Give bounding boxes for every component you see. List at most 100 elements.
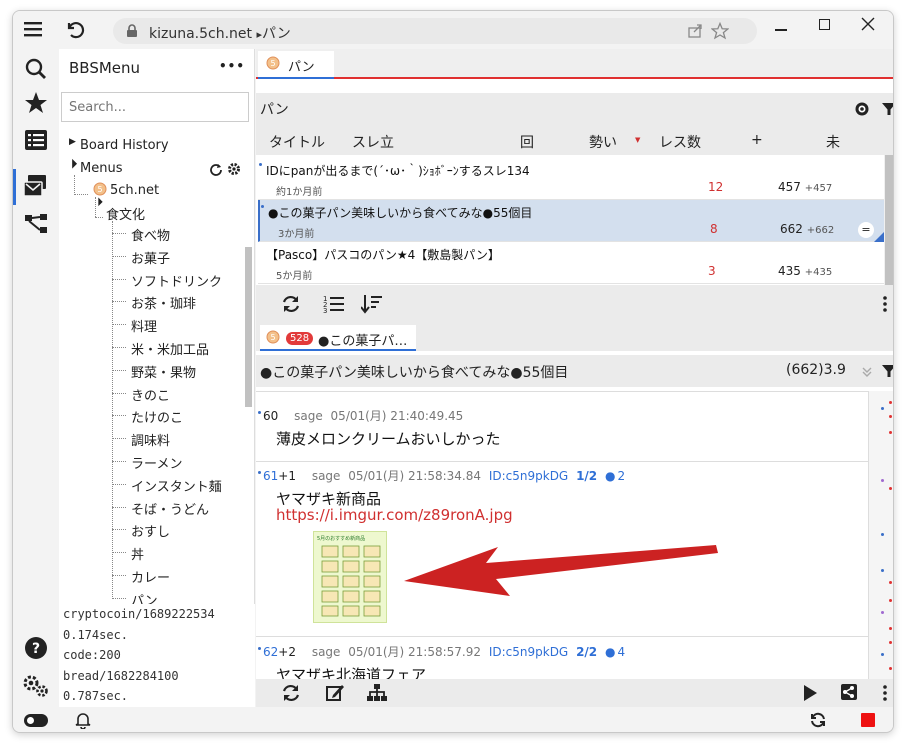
post-id[interactable]: ID:c5n9pkDG xyxy=(489,469,568,483)
image-thumbnail[interactable]: 5月のおすすめ新商品 xyxy=(313,531,387,623)
star-outline-icon[interactable] xyxy=(710,21,730,44)
minimize-icon[interactable] xyxy=(775,29,787,31)
board-item[interactable]: お菓子 xyxy=(131,248,170,267)
filter-icon[interactable] xyxy=(882,102,893,120)
tab-thread[interactable]: 5 528 ●この菓子パ… xyxy=(260,325,416,351)
sidebar-scrollbar[interactable] xyxy=(245,247,252,407)
edit-icon[interactable] xyxy=(325,683,345,707)
more-menu-button[interactable]: ••• xyxy=(219,59,245,73)
hamburger-menu-icon[interactable] xyxy=(23,19,43,39)
board-item[interactable]: ソフトドリンク xyxy=(131,271,222,290)
column-momentum[interactable]: 勢い xyxy=(589,132,617,152)
board-item[interactable]: 食べ物 xyxy=(131,225,170,244)
board-item[interactable]: 野菜・果物 xyxy=(131,362,196,381)
bbsmenu-icon[interactable] xyxy=(23,173,49,203)
play-icon[interactable] xyxy=(802,684,818,706)
sort-icon[interactable] xyxy=(360,294,383,318)
search-box[interactable] xyxy=(61,92,249,122)
column-thread-start[interactable]: スレ立 xyxy=(352,132,394,152)
favorites-star-icon[interactable] xyxy=(24,91,48,119)
refresh-icon[interactable] xyxy=(209,162,223,180)
board-item[interactable]: そば・うどん xyxy=(131,499,209,518)
board-item[interactable]: 丼 xyxy=(131,544,144,563)
board-item[interactable]: ラーメン xyxy=(131,453,182,472)
board-item[interactable]: きのこ xyxy=(131,385,170,404)
post-minimap[interactable] xyxy=(868,391,894,679)
reload-icon[interactable] xyxy=(281,683,301,707)
board-item[interactable]: お茶・珈琲 xyxy=(131,293,196,312)
column-unread[interactable]: 未 xyxy=(826,132,840,152)
thread-row[interactable]: IDにpanが出るまで(´･ω･｀)ｼｮﾎﾞｰﾝするスレ134 約1か月前 12… xyxy=(258,158,884,200)
help-icon[interactable]: ? xyxy=(24,636,48,664)
post-id[interactable]: ID:c5n9pkDG xyxy=(489,645,568,659)
board-item[interactable]: 調味料 xyxy=(131,430,170,449)
settings-gears-icon[interactable] xyxy=(22,673,50,703)
sitemap-icon[interactable] xyxy=(366,683,388,707)
replies-icon[interactable]: ● xyxy=(605,645,615,659)
maximize-icon[interactable] xyxy=(819,19,830,30)
tab-board-pan[interactable]: 5 パン xyxy=(258,51,334,79)
sync-icon[interactable] xyxy=(809,711,827,732)
tree-branch-line xyxy=(112,483,126,485)
gear-icon[interactable] xyxy=(227,162,241,180)
reply-count[interactable]: 2 xyxy=(617,469,625,483)
toggle-switch[interactable] xyxy=(24,714,48,727)
post-date: 05/01(月) 21:40:49.45 xyxy=(330,409,464,423)
expand-arrow-icon[interactable]: ▶ xyxy=(69,137,76,147)
minimap-dot xyxy=(893,447,894,450)
address-bar[interactable]: kizuna.5ch.net ▸パン xyxy=(113,18,757,44)
undo-icon[interactable] xyxy=(63,18,85,40)
tree-menus[interactable]: Menus xyxy=(80,161,122,176)
image-link[interactable]: https://i.imgur.com/z89ronA.jpg xyxy=(276,506,513,524)
annotation-arrow-icon xyxy=(404,545,718,596)
board-header: パン xyxy=(256,93,893,125)
column-count[interactable]: 回 xyxy=(520,132,534,152)
url-path: パン xyxy=(262,26,291,42)
collapse-arrow-icon[interactable]: ◢ xyxy=(66,158,78,170)
post-number[interactable]: 60 xyxy=(263,409,278,423)
thread-row-selected[interactable]: ●この菓子パン美味しいから食べてみな●55個目 3か月前 8 662 +662 … xyxy=(258,200,886,242)
board-item[interactable]: 米・米加工品 xyxy=(131,339,209,358)
post-number[interactable]: 62 xyxy=(263,645,278,659)
share-icon[interactable] xyxy=(840,683,858,705)
thread-list-scrollbar[interactable] xyxy=(884,155,893,285)
bell-icon[interactable] xyxy=(74,711,92,732)
thread-age: 3か月前 xyxy=(278,229,315,240)
thread-tab-strip: 5 528 ●この菓子パ… xyxy=(256,323,893,351)
target-icon[interactable] xyxy=(854,101,870,121)
post-number[interactable]: 61 xyxy=(263,469,278,483)
close-icon[interactable] xyxy=(861,17,875,35)
more-vertical-icon[interactable] xyxy=(882,684,888,706)
replies-icon[interactable]: ● xyxy=(605,469,615,483)
more-vertical-icon[interactable] xyxy=(882,295,888,317)
tree-site-5ch[interactable]: 5ch.net xyxy=(110,183,159,198)
tree-diagram-icon[interactable] xyxy=(24,213,48,239)
filter-icon[interactable] xyxy=(882,364,893,382)
tree-board-history[interactable]: Board History xyxy=(80,138,169,153)
board-item[interactable]: インスタント麺 xyxy=(131,476,222,495)
sort-desc-icon: ▼ xyxy=(635,136,641,144)
board-item[interactable]: カレー xyxy=(131,567,170,586)
list-icon[interactable] xyxy=(24,129,48,155)
minimap-dot xyxy=(881,611,884,614)
board-item[interactable]: たけのこ xyxy=(131,407,183,426)
stop-icon[interactable] xyxy=(861,713,875,727)
column-plus[interactable]: + xyxy=(751,132,763,148)
search-icon[interactable] xyxy=(24,57,48,85)
post-id-count[interactable]: 1/2 xyxy=(576,469,597,483)
column-res[interactable]: レス数 xyxy=(659,132,701,152)
equal-icon[interactable]: = xyxy=(858,222,874,238)
chevron-down-icon[interactable] xyxy=(862,366,872,382)
board-item[interactable]: 料理 xyxy=(131,316,157,335)
column-title[interactable]: タイトル xyxy=(269,132,325,152)
scrollbar-thumb[interactable] xyxy=(885,155,893,285)
post-id-count[interactable]: 2/2 xyxy=(576,645,597,659)
thread-row[interactable]: 【Pasco】パスコのパン★4【敷島製パン】 5か月前 3 435 +435 xyxy=(258,242,884,284)
reply-count[interactable]: 4 xyxy=(617,645,625,659)
board-item[interactable]: おすし xyxy=(131,521,170,540)
numbered-list-icon[interactable]: 123 xyxy=(323,294,345,318)
svg-text:5: 5 xyxy=(270,59,275,68)
share-icon[interactable] xyxy=(687,23,703,43)
search-input[interactable] xyxy=(62,93,248,121)
reload-icon[interactable] xyxy=(281,294,301,318)
